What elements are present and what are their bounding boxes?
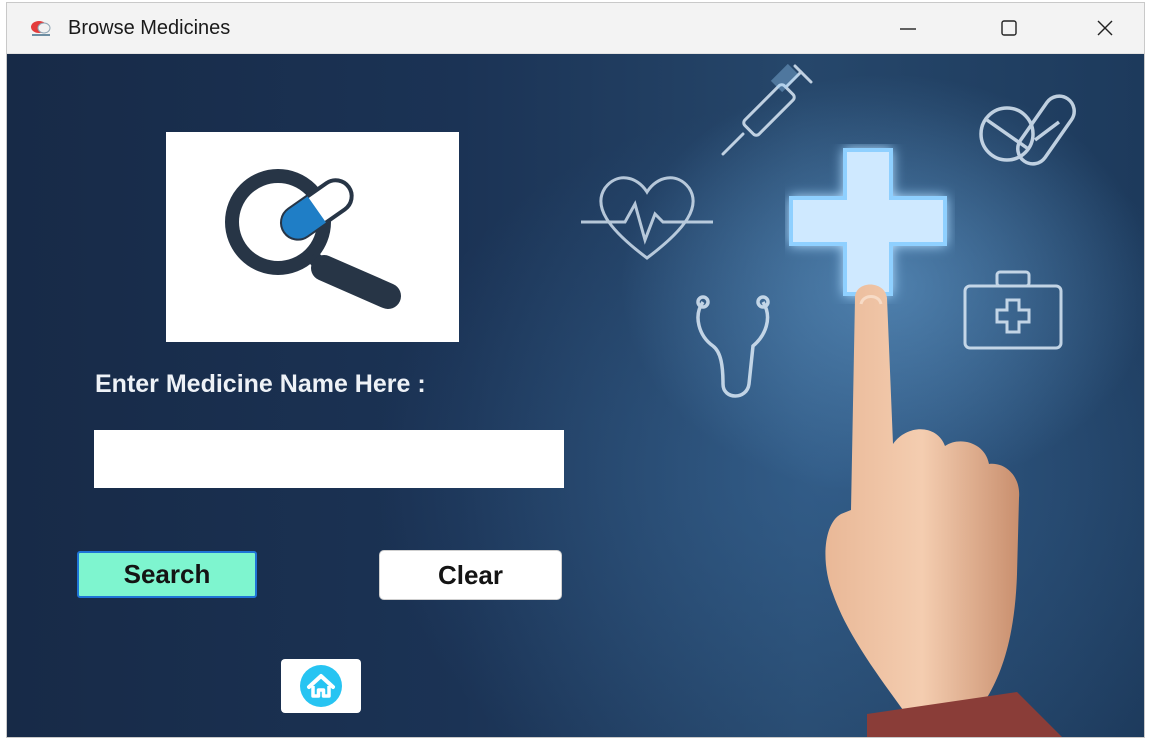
clear-button[interactable]: Clear — [379, 550, 562, 600]
home-button[interactable] — [281, 659, 361, 713]
minimize-icon — [900, 28, 916, 30]
medicine-name-label: Enter Medicine Name Here : — [95, 370, 426, 398]
browse-medicines-window: Browse Medicines Enter Medicine Name Her… — [7, 3, 1144, 737]
close-button[interactable] — [1073, 3, 1137, 53]
heartbeat-icon — [581, 176, 713, 260]
pills-icon — [979, 94, 1076, 166]
close-icon — [1097, 20, 1113, 36]
minimize-button[interactable] — [876, 3, 940, 53]
stethoscope-icon — [696, 295, 770, 398]
window-title: Browse Medicines — [68, 17, 231, 39]
pharmacy-app-icon — [29, 18, 53, 38]
home-icon — [300, 665, 342, 707]
main-panel: Enter Medicine Name Here : Search Clear — [7, 54, 1144, 737]
maximize-icon — [1001, 20, 1017, 36]
title-bar: Browse Medicines — [7, 3, 1144, 54]
maximize-button[interactable] — [977, 3, 1041, 53]
medicine-search-icon — [225, 169, 401, 309]
search-button[interactable]: Search — [77, 551, 257, 598]
pointing-hand — [825, 284, 1062, 737]
medicine-name-input[interactable] — [94, 430, 564, 488]
medicine-search-logo — [166, 132, 459, 342]
